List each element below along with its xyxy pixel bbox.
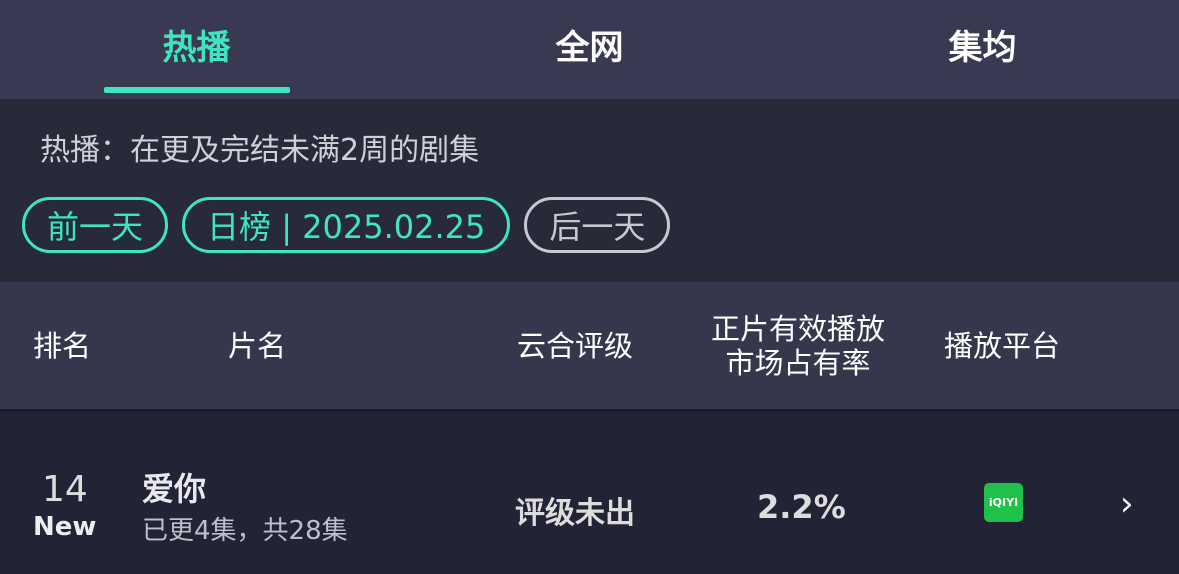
- date-selector[interactable]: 日榜 | 2025.02.25: [182, 197, 511, 253]
- rank: 14: [42, 469, 88, 510]
- description: 热播：在更及完结未满2周的剧集: [40, 133, 480, 168]
- table-row[interactable]: 14 New 爱你 已更4集，共28集 评级未出 2.2% iQIYI ›: [0, 412, 1179, 572]
- episode-info: 已更4集，共28集: [142, 516, 348, 546]
- tab-all-network[interactable]: 全网: [393, 0, 786, 99]
- col-share-line2: 市场占有率: [725, 345, 871, 380]
- col-rank: 排名: [33, 328, 92, 363]
- col-share-line1: 正片有效播放: [710, 311, 885, 346]
- rating: 评级未出: [515, 496, 635, 531]
- filter-panel: 热播：在更及完结未满2周的剧集 前一天 日榜 | 2025.02.25 后一天: [0, 99, 1179, 282]
- table-header: 排名 片名 云合评级 正片有效播放 市场占有率 播放平台: [0, 282, 1179, 412]
- next-day-button[interactable]: 后一天: [524, 197, 671, 253]
- iqiyi-logo-icon: iQIYI: [984, 483, 1023, 522]
- col-title: 片名: [228, 328, 287, 363]
- col-platform: 播放平台: [944, 328, 1061, 363]
- tab-hot[interactable]: 热播: [0, 0, 393, 99]
- tab-episode-average[interactable]: 集均: [786, 0, 1179, 99]
- col-share: 正片有效播放 市场占有率: [708, 312, 888, 380]
- new-badge: New: [33, 512, 97, 542]
- prev-day-button[interactable]: 前一天: [22, 197, 169, 253]
- chevron-right-icon[interactable]: ›: [1120, 484, 1134, 524]
- show-title: 爱你: [142, 470, 207, 508]
- tab-bar: 热播 全网 集均: [0, 0, 1179, 99]
- market-share: 2.2%: [757, 488, 846, 526]
- col-rating: 云合评级: [517, 328, 634, 363]
